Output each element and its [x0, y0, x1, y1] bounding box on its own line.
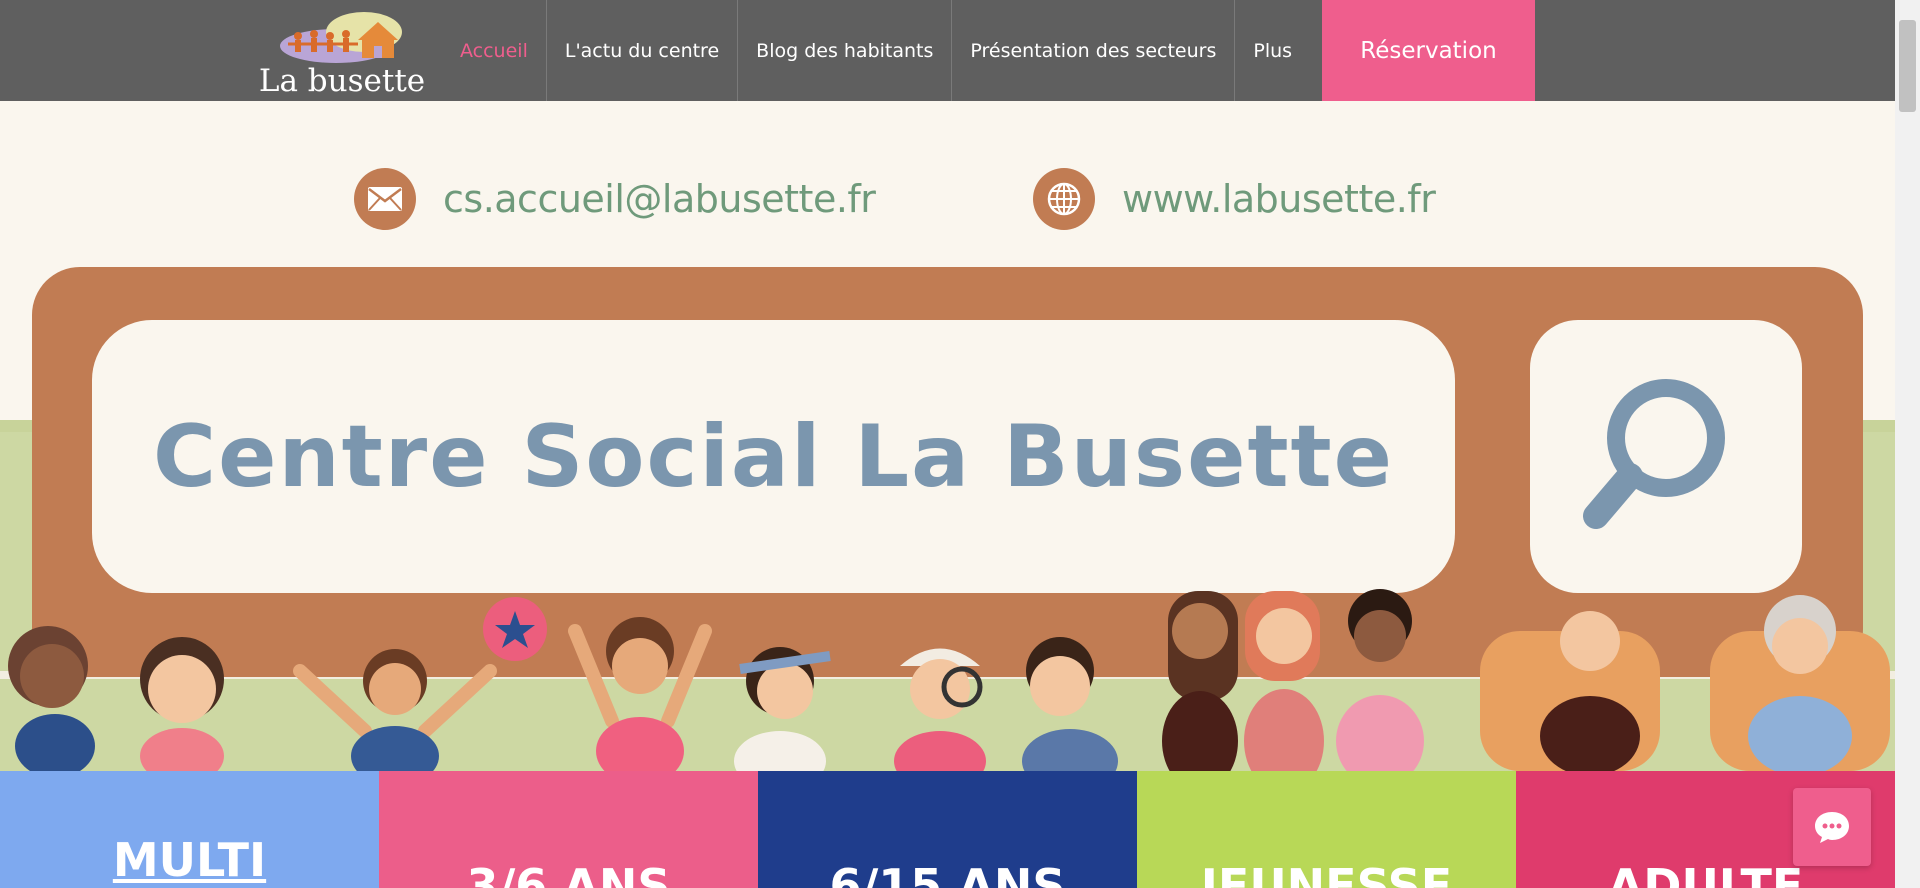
contact-website: www.labusette.fr [1033, 168, 1436, 230]
category-tiles: MULTI 3/6 ANS 6/15 ANS JEUNESSE ADULTE [0, 771, 1895, 888]
people-illustration [8, 589, 1890, 771]
title-box: Centre Social La Busette [92, 320, 1455, 593]
magnifier-icon [1583, 379, 1725, 529]
globe-icon [1033, 168, 1095, 230]
tile-label: 6/15 ANS [829, 859, 1066, 888]
tile-6-15-ans[interactable]: 6/15 ANS [758, 771, 1137, 888]
tile-3-6-ans[interactable]: 3/6 ANS [379, 771, 758, 888]
logo-text: La busette [258, 63, 426, 99]
logo-illustration [280, 12, 402, 63]
envelope-icon [354, 168, 416, 230]
hero-banner: cs.accueil@labusette.fr www.labusette.fr… [0, 101, 1895, 771]
chat-button[interactable] [1793, 788, 1871, 866]
contact-email: cs.accueil@labusette.fr [354, 168, 876, 230]
nav-item-plus[interactable]: Plus [1235, 0, 1310, 101]
reservation-button[interactable]: Réservation [1322, 0, 1535, 101]
nav-item-accueil[interactable]: Accueil [442, 0, 547, 101]
chat-icon [1815, 812, 1849, 843]
email-text: cs.accueil@labusette.fr [443, 177, 876, 221]
tile-label: ADULTE [1607, 859, 1804, 888]
tile-multi[interactable]: MULTI [0, 771, 379, 888]
main-nav: Accueil L'actu du centre Blog des habita… [442, 0, 1310, 101]
tile-label: MULTI [112, 833, 267, 887]
search-graphic [1530, 320, 1802, 593]
scrollbar-thumb[interactable] [1899, 20, 1916, 112]
hero-title: Centre Social La Busette [153, 406, 1394, 507]
nav-item-secteurs[interactable]: Présentation des secteurs [952, 0, 1236, 101]
site-logo[interactable]: La busette [256, 8, 428, 98]
nav-item-actu[interactable]: L'actu du centre [547, 0, 739, 101]
nav-item-blog[interactable]: Blog des habitants [738, 0, 953, 101]
website-text: www.labusette.fr [1122, 177, 1436, 221]
tile-jeunesse[interactable]: JEUNESSE [1137, 771, 1516, 888]
site-header: La busette Accueil L'actu du centre Blog… [0, 0, 1895, 101]
tile-label: 3/6 ANS [466, 859, 671, 888]
tile-label: JEUNESSE [1200, 859, 1453, 888]
page-scrollbar[interactable] [1895, 0, 1920, 888]
